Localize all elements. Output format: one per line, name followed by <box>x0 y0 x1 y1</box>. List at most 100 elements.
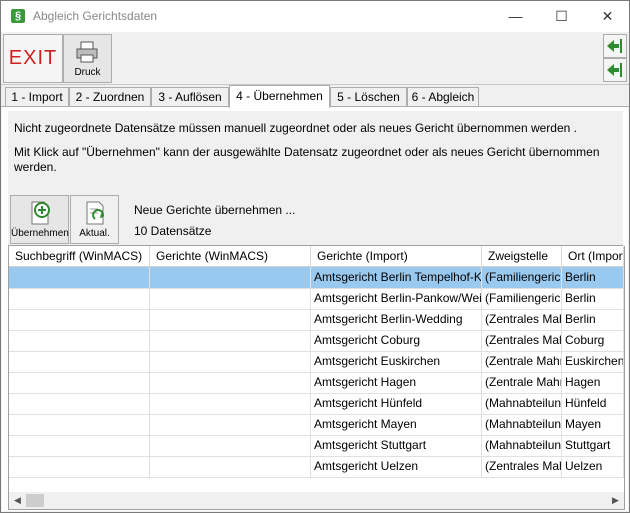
cell-gericht-import[interactable]: Amtsgericht Berlin Tempelhof-Kreuzberg <box>311 267 482 288</box>
app-paragraph-icon: § <box>11 9 25 23</box>
cell-ort[interactable]: Stuttgart <box>562 435 624 456</box>
cell-suchbegriff[interactable] <box>9 267 150 288</box>
cell-ort[interactable]: Berlin <box>562 309 624 330</box>
cell-suchbegriff[interactable] <box>9 393 150 414</box>
cell-gericht-winmacs[interactable] <box>150 330 311 351</box>
cell-zweigstelle[interactable]: (Mahnabteilung) <box>482 435 562 456</box>
print-button[interactable]: Druck <box>63 34 112 83</box>
cell-zweigstelle[interactable]: (Zentrales Mahngericht) <box>482 309 562 330</box>
cell-gericht-import[interactable]: Amtsgericht Coburg <box>311 330 482 351</box>
cell-suchbegriff[interactable] <box>9 330 150 351</box>
cell-zweigstelle[interactable]: (Zentrales Mahngericht) <box>482 456 562 477</box>
refresh-label: Aktual. <box>79 228 110 239</box>
cell-gericht-winmacs[interactable] <box>150 414 311 435</box>
cell-ort[interactable]: Berlin <box>562 288 624 309</box>
tab-zuordnen[interactable]: 2 - Zuordnen <box>69 87 151 107</box>
table-row[interactable]: Amtsgericht Berlin Tempelhof-Kreuzberg(F… <box>9 267 624 289</box>
record-count: 10 Datensätze <box>134 224 212 238</box>
cell-zweigstelle[interactable]: (Familiengericht) <box>482 267 562 288</box>
cell-gericht-winmacs[interactable] <box>150 351 311 372</box>
cell-gericht-import[interactable]: Amtsgericht Hagen <box>311 372 482 393</box>
cell-suchbegriff[interactable] <box>9 456 150 477</box>
cell-gericht-import[interactable]: Amtsgericht Berlin-Pankow/Weißensee <box>311 288 482 309</box>
tab-abgleich[interactable]: 6 - Abgleich <box>407 87 479 107</box>
print-label: Druck <box>74 67 101 78</box>
tab-uebernehmen[interactable]: 4 - Übernehmen <box>229 85 330 108</box>
col-header-gerichte-import[interactable]: Gerichte (Import) <box>311 246 482 266</box>
table-row[interactable]: Amtsgericht Hünfeld(Mahnabteilung)Hünfel… <box>9 393 624 415</box>
accept-button[interactable]: Übernehmen <box>10 195 69 244</box>
cell-gericht-winmacs[interactable] <box>150 393 311 414</box>
cell-ort[interactable]: Hünfeld <box>562 393 624 414</box>
cell-gericht-import[interactable]: Amtsgericht Hünfeld <box>311 393 482 414</box>
nav-back-button[interactable] <box>603 58 627 82</box>
scroll-right-icon[interactable]: ▶ <box>607 492 624 509</box>
cell-zweigstelle[interactable]: (Zentrales Mahngericht) <box>482 330 562 351</box>
cell-suchbegriff[interactable] <box>9 351 150 372</box>
cell-zweigstelle[interactable]: (Familiengericht) <box>482 288 562 309</box>
cell-zweigstelle[interactable]: (Mahnabteilung) <box>482 414 562 435</box>
col-header-ort[interactable]: Ort (Import) <box>562 246 624 266</box>
cell-zweigstelle[interactable]: (Zentrale Mahnabteilung) <box>482 372 562 393</box>
cell-gericht-import[interactable]: Amtsgericht Uelzen <box>311 456 482 477</box>
cell-gericht-winmacs[interactable] <box>150 456 311 477</box>
col-header-suchbegriff[interactable]: Suchbegriff (WinMACS) <box>9 246 150 266</box>
grid-header: Suchbegriff (WinMACS) Gerichte (WinMACS)… <box>9 246 624 267</box>
cell-suchbegriff[interactable] <box>9 435 150 456</box>
horizontal-scrollbar[interactable]: ◀ ▶ <box>8 492 625 510</box>
cell-gericht-import[interactable]: Amtsgericht Mayen <box>311 414 482 435</box>
cell-gericht-import[interactable]: Amtsgericht Stuttgart <box>311 435 482 456</box>
arrow-left-bar-icon <box>607 39 622 53</box>
minimize-button[interactable]: — <box>493 1 538 32</box>
cell-gericht-winmacs[interactable] <box>150 372 311 393</box>
cell-ort[interactable]: Coburg <box>562 330 624 351</box>
cell-gericht-winmacs[interactable] <box>150 435 311 456</box>
cell-zweigstelle[interactable]: (Mahnabteilung) <box>482 393 562 414</box>
close-button[interactable]: ✕ <box>585 1 629 32</box>
info-box: Nicht zugeordnete Datensätze müssen manu… <box>8 111 623 194</box>
cell-suchbegriff[interactable] <box>9 288 150 309</box>
cell-gericht-import[interactable]: Amtsgericht Euskirchen <box>311 351 482 372</box>
tab-aufloesen[interactable]: 3 - Auflösen <box>151 87 229 107</box>
col-header-zweigstelle[interactable]: Zweigstelle <box>482 246 562 266</box>
table-row[interactable]: Amtsgericht Uelzen(Zentrales Mahngericht… <box>9 456 624 478</box>
table-row[interactable]: Amtsgericht Mayen(Mahnabteilung)Mayen <box>9 414 624 436</box>
cell-ort[interactable]: Hagen <box>562 372 624 393</box>
cell-suchbegriff[interactable] <box>9 414 150 435</box>
app-window: § Abgleich Gerichtsdaten — ☐ ✕ EXIT Druc… <box>0 0 630 513</box>
table-row[interactable]: Amtsgericht Euskirchen(Zentrale Mahnabte… <box>9 351 624 373</box>
cell-gericht-winmacs[interactable] <box>150 288 311 309</box>
table-row[interactable]: Amtsgericht Berlin-Wedding(Zentrales Mah… <box>9 309 624 331</box>
cell-zweigstelle[interactable]: (Zentrale Mahnabteilung) <box>482 351 562 372</box>
cell-gericht-winmacs[interactable] <box>150 309 311 330</box>
cell-suchbegriff[interactable] <box>9 372 150 393</box>
cell-ort[interactable]: Uelzen <box>562 456 624 477</box>
col-header-gerichte-winmacs[interactable]: Gerichte (WinMACS) <box>150 246 311 266</box>
table-row[interactable]: Amtsgericht Stuttgart(Mahnabteilung)Stut… <box>9 435 624 457</box>
printer-icon <box>76 41 98 63</box>
cell-gericht-import[interactable]: Amtsgericht Berlin-Wedding <box>311 309 482 330</box>
refresh-document-icon <box>86 201 105 225</box>
tab-loeschen[interactable]: 5 - Löschen <box>330 87 407 107</box>
cell-suchbegriff[interactable] <box>9 309 150 330</box>
cell-ort[interactable]: Berlin <box>562 267 624 288</box>
accept-label: Übernehmen <box>11 228 69 239</box>
nav-back-top-button[interactable] <box>603 34 627 58</box>
table-row[interactable]: Amtsgericht Berlin-Pankow/Weißensee(Fami… <box>9 288 624 310</box>
tab-import[interactable]: 1 - Import <box>5 87 69 107</box>
courts-grid[interactable]: Suchbegriff (WinMACS) Gerichte (WinMACS)… <box>8 246 625 493</box>
exit-button[interactable]: EXIT <box>3 34 63 83</box>
cell-ort[interactable]: Mayen <box>562 414 624 435</box>
cell-gericht-winmacs[interactable] <box>150 267 311 288</box>
scroll-thumb[interactable] <box>26 494 44 507</box>
table-row[interactable]: Amtsgericht Coburg(Zentrales Mahngericht… <box>9 330 624 352</box>
maximize-button[interactable]: ☐ <box>539 1 584 32</box>
add-document-icon <box>31 201 50 225</box>
refresh-button[interactable]: Aktual. <box>70 195 119 244</box>
table-row[interactable]: Amtsgericht Hagen(Zentrale Mahnabteilung… <box>9 372 624 394</box>
toolbar: EXIT Druck <box>1 32 629 85</box>
tab-panel-uebernehmen: Nicht zugeordnete Datensätze müssen manu… <box>2 107 628 511</box>
action-bar: Übernehmen Aktual. Neue Gerichte überneh… <box>8 193 623 246</box>
cell-ort[interactable]: Euskirchen <box>562 351 624 372</box>
scroll-left-icon[interactable]: ◀ <box>9 492 26 509</box>
